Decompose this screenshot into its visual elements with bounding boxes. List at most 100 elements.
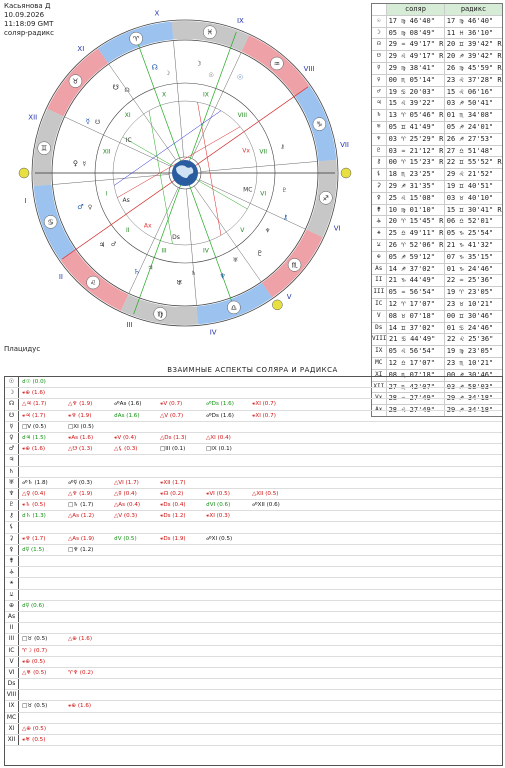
- position-cell: 19 ♋ 20'03": [387, 86, 445, 98]
- table-row: VIII 21 ♋ 44'49" 22 ♌ 25'36": [372, 333, 502, 346]
- aspect-row: XII ⚹♅ (0.5): [5, 735, 502, 747]
- aspect-row: ☉ ☌☉ (0.0): [5, 377, 502, 389]
- aspect-row-label: ☿: [5, 421, 19, 432]
- table-row: ⚷ 00 ♈ 15'23" R 22 ♊ 55'52" R: [372, 156, 502, 169]
- aspects-title: ВЗАИМНЫЕ АСПЕКТЫ СОЛЯРА И РАДИКСА: [167, 366, 338, 374]
- house-system: Плацидус: [4, 345, 41, 353]
- aspect-row: ♅ ☍♄ (1.8) ☍☿ (0.3) △VI (1.7) ⚹XII (1.7): [5, 477, 502, 489]
- table-row: IC 12 ♈ 17'07" 23 ♉ 10'21": [372, 297, 502, 310]
- position-cell: 29 ♌ 21'52": [446, 170, 494, 179]
- position-cell: 03 ♒ 21'12" R: [388, 145, 445, 157]
- aspect-row: ⚷ ☌♄ (1.3) △As (1.2) △V (0.3) ⚹Ds (1.2) ⚹XI (…: [5, 511, 502, 523]
- inner-house-numeral: I: [106, 190, 108, 197]
- outer-house-numeral: VIII: [304, 65, 315, 73]
- earth-globe-icon: [172, 160, 198, 186]
- aspect-cell: △VI (1.7): [114, 479, 139, 486]
- position-cell: 13 ♈ 05'46" R: [388, 110, 445, 121]
- aspect-cell: ⚹V (0.7): [160, 401, 183, 408]
- planet-glyph: ☽: [195, 60, 201, 68]
- outer-house-numeral: IX: [237, 17, 244, 25]
- row-label: ⚷: [372, 157, 387, 169]
- table-row: ♄ 13 ♈ 05'46" R 01 ♏ 34'08": [372, 109, 502, 121]
- aspect-cell: △☋ (1.3): [68, 446, 93, 453]
- aspect-row-label: XI: [5, 723, 19, 734]
- marker-dot: [340, 167, 352, 179]
- aspect-cell: ⚹XII (1.7): [160, 479, 186, 486]
- planet-glyph: ♅: [176, 279, 182, 287]
- aspect-cell: ⚹♄ (0.5): [22, 502, 46, 509]
- aspect-row: ♃: [5, 455, 502, 467]
- outer-house-numeral: VI: [334, 224, 341, 232]
- aspect-row-label: ♇: [5, 500, 19, 511]
- row-label: ⚵: [372, 204, 387, 216]
- aspect-cell: ☍♄ (1.8): [22, 479, 48, 486]
- zodiac-sign-glyph: ♓: [207, 29, 213, 37]
- zodiac-sign-glyph: ♎: [231, 304, 237, 312]
- aspect-row-label: ⚸: [5, 522, 19, 533]
- planet-glyph: ♃: [99, 241, 105, 249]
- zodiac-sign-glyph: ♏: [291, 261, 298, 269]
- aspect-row-label: II: [5, 623, 19, 634]
- table-header-cell: [372, 4, 387, 15]
- table-row: ⚴ 25 ♌ 15'08" 03 ♉ 40'10": [372, 191, 502, 204]
- table-row: ☿ 29 ♍ 38'41" 26 ♍ 45'59" R: [372, 61, 502, 74]
- position-cell: 25 ♎ 49'11" R: [388, 228, 445, 239]
- table-row: ⚺ 26 ♈ 52'06" R 21 ♑ 41'32": [372, 238, 502, 251]
- table-row: Ds 14 ♊ 37'02" 01 ♋ 24'46": [372, 321, 502, 334]
- position-cell: 05 ♐ 59'12": [387, 251, 445, 263]
- position-cell: 15 ♌ 06'16": [446, 87, 494, 96]
- aspect-cell: ⚹As (1.6): [68, 434, 94, 441]
- position-cell: 05 ♐ 24'01": [446, 122, 494, 131]
- aspect-row-label: ♄: [5, 466, 19, 477]
- aspect-cell: △As (1.2): [68, 513, 95, 520]
- position-cell: 01 ♋ 24'46": [446, 323, 494, 332]
- position-cell: 19 ♊ 40'51": [446, 181, 494, 190]
- position-cell: 29 ♍ 38'41": [387, 62, 445, 74]
- position-cell: 08 ♉ 07'18": [387, 310, 445, 322]
- table-row: ♂ 19 ♋ 20'03" 15 ♌ 06'16": [372, 85, 502, 98]
- planet-glyph: ⚷: [280, 143, 284, 150]
- aspect-row: ♀ ☌♃ (1.5) ⚹As (1.6) ⚹V (0.4) △Ds (1.3) △XI (…: [5, 432, 502, 445]
- row-label: ♅: [372, 121, 387, 133]
- position-cell: 01 ♏ 34'08": [446, 111, 494, 120]
- position-cell: 20 ♊ 39'42" R: [446, 40, 502, 49]
- aspect-cell: ☍Ds (1.6): [206, 401, 234, 408]
- aspect-cell: ⚹XI (0.7): [252, 401, 276, 408]
- position-cell: 14 ♐ 37'02": [387, 263, 445, 275]
- aspect-row-label: VI: [5, 667, 19, 679]
- position-cell: 17 ♍ 46'40": [387, 15, 445, 27]
- position-cell: 19 ♍ 23'05": [446, 347, 494, 356]
- aspect-row: ♂ ⚹⊕ (1.6) △☋ (1.3) △⚸ (0.3) □III (0.1) □IX (…: [5, 444, 502, 456]
- row-label: ⚸: [372, 169, 387, 180]
- planet-glyph: ☽: [165, 70, 170, 77]
- aspect-row: ⚸: [5, 522, 502, 534]
- position-cell: 05 ♑ 25'54": [446, 229, 494, 238]
- planet-glyph: ♀: [88, 204, 92, 211]
- aspect-cell: ☍Ds (1.6): [206, 412, 234, 419]
- inner-house-numeral: X: [162, 91, 166, 98]
- row-label: ⊕: [372, 251, 387, 263]
- aspect-cell: ☌☿ (1.5): [22, 546, 45, 553]
- outer-house-numeral: V: [287, 293, 292, 301]
- aspect-cell: △♀ (0.4): [22, 490, 46, 497]
- aspect-cell: △☿ (0.4): [114, 490, 137, 497]
- row-label: III: [372, 287, 387, 298]
- aspect-row-label: ⚷: [5, 511, 19, 522]
- position-cell: 22 ♒ 25'36": [446, 276, 494, 285]
- aspect-row: MC: [5, 712, 502, 724]
- table-row: V 08 ♉ 07'18" 00 ♊ 30'46": [372, 309, 502, 322]
- planet-glyph: ♀: [73, 159, 78, 167]
- aspect-row: IC ♈☽ (0.7): [5, 645, 502, 657]
- aspect-cell: ⚹XI (0.7): [252, 412, 276, 419]
- position-cell: 01 ♑ 24'46": [446, 264, 494, 273]
- aspect-row: ⚴ ☌☿ (1.5) □♆ (1.2): [5, 544, 502, 556]
- aspect-row: ☋ ⚹♃ (1.7) ⚹♆ (1.9) ☌As (1.6) △V (0.7) ☍Ds (1…: [5, 410, 502, 422]
- aspect-cell: △XII (0.5): [252, 490, 279, 497]
- table-header-cell: соляр: [387, 4, 445, 15]
- outer-house-numeral: VII: [340, 141, 349, 149]
- table-row: ♃ 15 ♌ 39'22" 03 ♐ 50'41": [372, 97, 502, 110]
- aspect-row-label: ⚳: [5, 533, 19, 544]
- aspect-cell: ♈☽ (0.7): [22, 647, 48, 654]
- aspect-row-label: ☉: [5, 377, 19, 388]
- position-cell: 00 ♈ 15'23" R: [388, 157, 445, 169]
